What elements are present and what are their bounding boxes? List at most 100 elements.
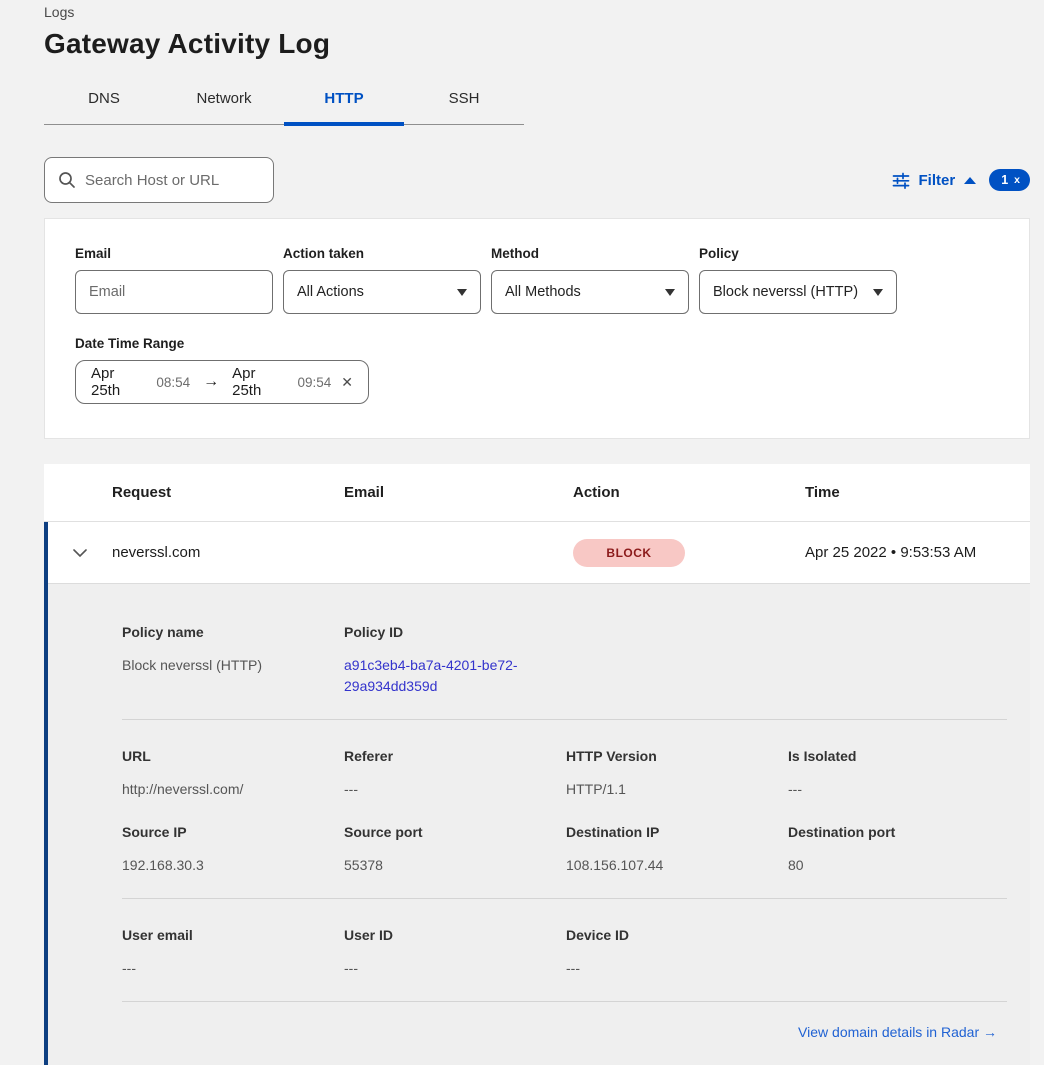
search-box[interactable] [44,157,274,203]
user-id-cell: User ID --- [344,927,566,979]
tab-http[interactable]: HTTP [284,82,404,124]
expanded-row-group: neverssl.com BLOCK Apr 25 2022 • 9:53:53… [44,522,1030,1065]
method-filter-field: Method All Methods [491,246,689,314]
view-radar-link[interactable]: View domain details in Radar → [798,1024,997,1040]
policy-filter-field: Policy Block neverssl (HTTP) [699,246,897,314]
tab-network[interactable]: Network [164,82,284,124]
source-port-value: 55378 [344,855,566,876]
chevron-down-icon [457,289,467,296]
page-title: Gateway Activity Log [44,28,1030,60]
filter-sliders-icon [892,172,910,189]
row-request: neverssl.com [112,544,344,561]
url-value: http://neverssl.com/ [122,779,344,800]
range-arrow-icon: → [200,373,222,391]
chevron-down-icon [665,289,675,296]
policy-id-cell: Policy ID a91c3eb4-ba7a-4201-be72-29a934… [344,624,566,697]
is-isolated-cell: Is Isolated --- [788,748,1010,800]
gateway-activity-log-page: Logs Gateway Activity Log DNS Network HT… [0,0,1044,1065]
table-row[interactable]: neverssl.com BLOCK Apr 25 2022 • 9:53:53… [48,522,1030,584]
email-filter-field: Email [75,246,273,314]
filter-toggle-button[interactable]: Filter 1 x [892,169,1030,191]
filter-label: Filter [919,172,956,189]
action-filter-select[interactable]: All Actions [283,270,481,314]
user-email-label: User email [122,927,344,943]
http-version-cell: HTTP Version HTTP/1.1 [566,748,788,800]
device-id-label: Device ID [566,927,788,943]
policy-name-value: Block neverssl (HTTP) [122,655,344,676]
source-ip-value: 192.168.30.3 [122,855,344,876]
source-port-label: Source port [344,824,566,840]
filter-count-badge[interactable]: 1 x [989,169,1030,191]
end-time: 09:54 [297,375,331,390]
http-details-row-1: URL http://neverssl.com/ Referer --- HTT… [48,720,1030,800]
end-date: Apr 25th [232,365,287,399]
policy-name-cell: Policy name Block neverssl (HTTP) [122,624,344,697]
user-email-value: --- [122,958,344,979]
destination-ip-cell: Destination IP 108.156.107.44 [566,824,788,876]
source-ip-cell: Source IP 192.168.30.3 [122,824,344,876]
breadcrumb[interactable]: Logs [44,4,1030,20]
is-isolated-value: --- [788,779,1010,800]
chevron-down-icon [73,548,87,558]
start-date: Apr 25th [91,365,146,399]
tab-ssh[interactable]: SSH [404,82,524,124]
filter-count: 1 [1001,173,1008,187]
column-header-action: Action [573,484,805,501]
device-id-cell: Device ID --- [566,927,788,979]
email-filter-input-wrap [75,270,273,314]
toolbar: Filter 1 x [44,157,1030,203]
radar-link-row: View domain details in Radar → [48,1002,1030,1042]
source-ip-label: Source IP [122,824,344,840]
action-filter-field: Action taken All Actions [283,246,481,314]
policy-filter-select[interactable]: Block neverssl (HTTP) [699,270,897,314]
destination-ip-value: 108.156.107.44 [566,855,788,876]
activity-log-table: Request Email Action Time neverssl.com B… [44,464,1030,1065]
action-filter-value: All Actions [297,284,364,300]
start-time: 08:54 [156,375,190,390]
device-id-value: --- [566,958,788,979]
destination-port-label: Destination port [788,824,1010,840]
date-range-field: Date Time Range Apr 25th 08:54 → Apr 25t… [75,336,999,404]
referer-cell: Referer --- [344,748,566,800]
date-range-picker[interactable]: Apr 25th 08:54 → Apr 25th 09:54 ✕ [75,360,369,404]
policy-filter-value: Block neverssl (HTTP) [713,284,858,300]
search-icon [58,171,76,189]
table-header-row: Request Email Action Time [44,464,1030,522]
url-label: URL [122,748,344,764]
column-header-request: Request [112,484,344,501]
row-expand-chevron[interactable] [48,548,112,558]
email-filter-input[interactable] [89,284,259,300]
referer-label: Referer [344,748,566,764]
is-isolated-label: Is Isolated [788,748,1010,764]
user-details-row: User email --- User ID --- Device ID --- [48,899,1030,979]
clear-date-range-icon[interactable]: ✕ [341,374,353,391]
chevron-down-icon [873,289,883,296]
column-header-time: Time [805,484,1030,501]
destination-port-value: 80 [788,855,1010,876]
method-filter-select[interactable]: All Methods [491,270,689,314]
http-details-row-2: Source IP 192.168.30.3 Source port 55378… [48,800,1030,876]
filter-clear-x[interactable]: x [1014,174,1020,186]
action-filter-label: Action taken [283,246,481,261]
empty-cell [788,927,1010,979]
filter-fields-row: Email Action taken All Actions Method Al… [75,246,999,314]
block-status-badge: BLOCK [573,539,685,567]
search-input[interactable] [85,172,260,189]
url-cell: URL http://neverssl.com/ [122,748,344,800]
http-version-value: HTTP/1.1 [566,779,788,800]
policy-section: Policy name Block neverssl (HTTP) Policy… [48,584,1030,697]
policy-id-label: Policy ID [344,624,566,640]
row-details-panel: Policy name Block neverssl (HTTP) Policy… [48,584,1030,1065]
date-range-label: Date Time Range [75,336,999,351]
user-email-cell: User email --- [122,927,344,979]
filter-panel: Email Action taken All Actions Method Al… [44,218,1030,439]
policy-id-link[interactable]: a91c3eb4-ba7a-4201-be72-29a934dd359d [344,655,540,697]
destination-ip-label: Destination IP [566,824,788,840]
method-filter-label: Method [491,246,689,261]
referer-value: --- [344,779,566,800]
row-action: BLOCK [573,539,805,567]
destination-port-cell: Destination port 80 [788,824,1010,876]
log-type-tabs: DNS Network HTTP SSH [44,82,524,125]
tab-dns[interactable]: DNS [44,82,164,124]
row-time: Apr 25 2022 • 9:53:53 AM [805,544,1030,561]
